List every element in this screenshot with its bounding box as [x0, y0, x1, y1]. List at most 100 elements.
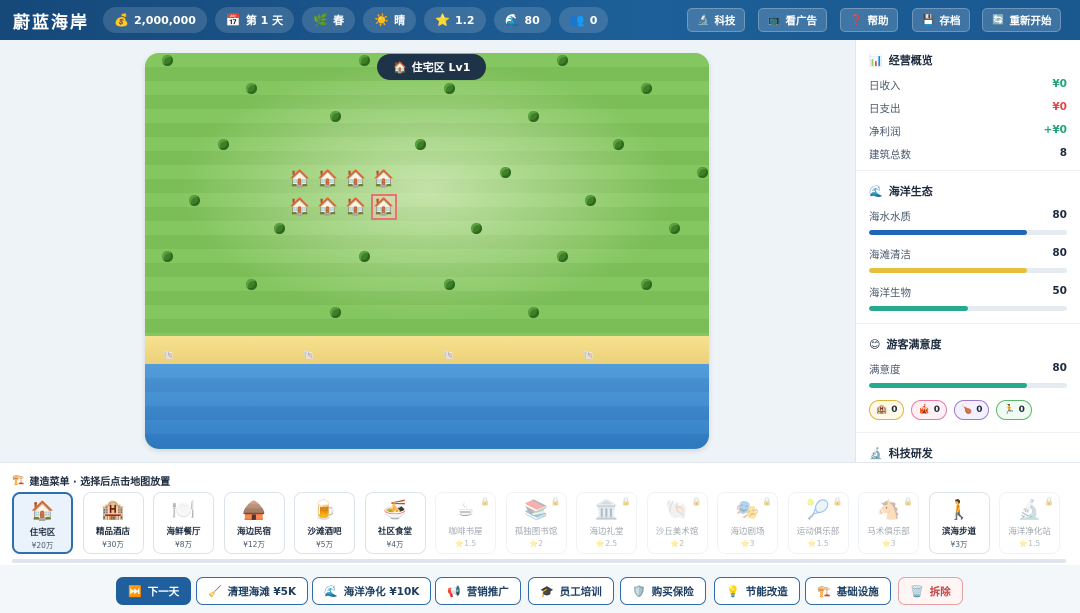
build-card[interactable]: 🍜 社区食堂 ¥4万 — [364, 492, 426, 554]
megaphone-icon: 📢 — [447, 584, 461, 598]
tree-icon — [557, 55, 568, 66]
stat-value: 春 — [333, 14, 345, 27]
microscope-icon: 🔬 — [697, 14, 710, 26]
house-icon[interactable]: 🏠 — [317, 168, 339, 190]
house-icon[interactable]: 🏠 — [317, 196, 339, 218]
build-card[interactable]: 🚶 滨海步道 ¥3万 — [928, 492, 990, 554]
shell-icon: 🐚 — [303, 351, 315, 361]
house-icon[interactable]: 🏠 — [289, 168, 311, 190]
lock-icon: 🔒 — [1044, 497, 1054, 506]
tree-icon — [669, 223, 680, 234]
build-card-price: ⭐1.5 — [807, 539, 829, 548]
build-card[interactable]: ☕ 咖啡书屋 ⭐1.5 🔒 — [435, 492, 496, 554]
ocean-metric-bar — [869, 268, 1067, 273]
build-card-price: ⭐2 — [669, 539, 685, 548]
overview-label: 建筑总数 — [869, 149, 911, 161]
overview-label: 日收入 — [869, 80, 901, 92]
action-label: 海洋净化 ¥10K — [343, 585, 420, 598]
smile-icon: 😊 — [869, 337, 881, 351]
house-icon[interactable]: 🏠 — [345, 168, 367, 190]
stat-pill-people: 👥 0 — [558, 7, 609, 33]
tv-icon: 📺 — [768, 14, 781, 26]
ocean-title: 海洋生态 — [888, 185, 933, 198]
build-card[interactable]: 🎾 运动俱乐部 ⭐1.5 🔒 — [787, 492, 849, 554]
house-icon[interactable]: 🏠 — [373, 168, 395, 190]
house-icon[interactable]: 🏠 — [371, 194, 397, 220]
build-card-price: ⭐1.5 — [454, 539, 477, 548]
tree-icon — [246, 279, 257, 290]
satisfaction-bar-fill — [869, 383, 1028, 388]
demolish-button[interactable]: 🗑️ 拆除 — [898, 577, 963, 605]
overview-row: 净利润 +¥0 — [869, 124, 1067, 139]
build-card[interactable]: 📚 孤独图书馆 ⭐2 🔒 — [505, 492, 567, 554]
ocean-purify-button[interactable]: 🌊 海洋净化 ¥10K — [312, 577, 432, 605]
build-card-name: 海边礼堂 — [589, 527, 624, 537]
overview-row: 日支出 ¥0 — [869, 101, 1067, 116]
build-card-name: 运动俱乐部 — [796, 527, 840, 537]
lock-icon: 🔒 — [903, 497, 913, 506]
restart-button[interactable]: 🔄 重新开始 — [982, 8, 1062, 32]
shell-icon: 🐚 — [443, 351, 455, 361]
beach-strip[interactable] — [145, 336, 709, 364]
staff-training-button[interactable]: 🎓 员工培训 — [528, 577, 614, 605]
clean-beach-button[interactable]: 🧹 清理海滩 ¥5K — [196, 577, 309, 605]
next-day-button[interactable]: ⏭️ 下一天 — [116, 577, 192, 605]
build-card[interactable]: 🏠 住宅区 ¥20万 — [12, 492, 73, 554]
build-card-price: ⭐2 — [528, 539, 544, 548]
next-icon: ⏭️ — [128, 584, 142, 598]
build-card[interactable]: 🎭 海边剧场 ⭐3 🔒 — [717, 492, 778, 554]
zone-label-text: 住宅区 Lv1 — [411, 61, 471, 74]
build-card[interactable]: 🏨 精品酒店 ¥30万 — [82, 492, 144, 554]
stat-value: 2,000,000 — [133, 13, 196, 27]
build-card[interactable]: 🐚 沙丘美术馆 ⭐2 🔒 — [646, 492, 708, 554]
build-card-name: 沙滩酒吧 — [307, 527, 342, 537]
building-icon: 🏨 — [101, 499, 125, 521]
infrastructure-button[interactable]: 🏗️ 基础设施 — [805, 577, 891, 605]
lock-icon: 🔒 — [480, 497, 490, 506]
stats-panel[interactable]: 📊 经营概览 日收入 ¥0 日支出 ¥0 净利润 +¥0 建筑总数 8 🌊 海洋生态 海水水质… — [855, 40, 1080, 462]
satisfaction-section: 😊 游客满意度 满意度 80 🏨 0 🎪 0 🍗 0 🏃 0 — [856, 324, 1080, 433]
build-card[interactable]: 🏛️ 海边礼堂 ⭐2.5 🔒 — [576, 492, 637, 554]
build-card-name: 社区食堂 — [377, 527, 412, 537]
ocean-metric-value: 80 — [1052, 247, 1067, 259]
construction-icon: 🏗️ — [12, 475, 25, 486]
tree-icon — [415, 139, 426, 150]
build-card-price: ⭐3 — [740, 539, 755, 548]
stat-pill-sun: ☀️ 晴 — [363, 7, 417, 33]
lock-icon: 🔒 — [762, 497, 772, 506]
house-icon[interactable]: 🏠 — [345, 196, 367, 218]
ocean-metric: 海滩清洁 80 — [869, 247, 1067, 262]
satisfaction-chip: 🏨 0 — [869, 400, 905, 420]
help-button[interactable]: ❓ 帮助 — [840, 8, 899, 32]
energy-saving-button[interactable]: 💡 节能改造 — [714, 577, 800, 605]
restart-icon: 🔄 — [992, 14, 1005, 26]
build-menu-title: 建造菜单 · 选择后点击地图放置 — [29, 477, 171, 488]
ocean-section: 🌊 海洋生态 海水水质 80 海滩清洁 80 海洋生物 50 — [856, 171, 1080, 324]
watch-ad-button[interactable]: 📺 看广告 — [758, 8, 827, 32]
build-card[interactable]: 🔬 海洋净化站 ⭐1.5 🔒 — [999, 492, 1060, 554]
house-icon[interactable]: 🏠 — [289, 196, 311, 218]
build-card[interactable]: 🍺 沙滩酒吧 ¥5万 — [294, 492, 355, 554]
game-map[interactable]: 🐚 🐚 🐚 🐚 🏠 🏠 🏠 🏠 🏠 🏠 🏠 🏠 🏠 住宅区 Lv1 — [145, 53, 709, 449]
lock-icon: 🔒 — [832, 497, 843, 506]
build-card-name: 海边民宿 — [236, 527, 271, 537]
build-card-name: 精品酒店 — [95, 527, 130, 537]
button-label: 科技 — [714, 14, 736, 27]
save-button[interactable]: 💾 存档 — [912, 8, 971, 32]
ocean-metric-bar — [869, 306, 1067, 311]
action-label: 员工培训 — [559, 585, 602, 598]
ocean-metric-label: 海水水质 — [869, 211, 911, 223]
button-label: 看广告 — [785, 14, 817, 27]
insurance-button[interactable]: 🛡️ 购买保险 — [620, 577, 706, 605]
build-card-name: 滨海步道 — [941, 527, 976, 537]
build-card[interactable]: 🛖 海边民宿 ¥12万 — [223, 492, 285, 554]
building-icon: 🛖 — [242, 499, 266, 521]
tech-button[interactable]: 🔬 科技 — [687, 8, 746, 32]
build-card[interactable]: 🐴 马术俱乐部 ⭐3 🔒 — [858, 492, 919, 554]
overview-value: ¥0 — [1052, 78, 1067, 90]
build-card-price: ¥4万 — [386, 540, 404, 549]
build-menu-scrollbar[interactable] — [12, 559, 1066, 563]
action-label: 基础设施 — [836, 585, 879, 598]
marketing-button[interactable]: 📢 营销推广 — [435, 577, 521, 605]
build-card[interactable]: 🍽️ 海鲜餐厅 ¥8万 — [153, 492, 214, 554]
